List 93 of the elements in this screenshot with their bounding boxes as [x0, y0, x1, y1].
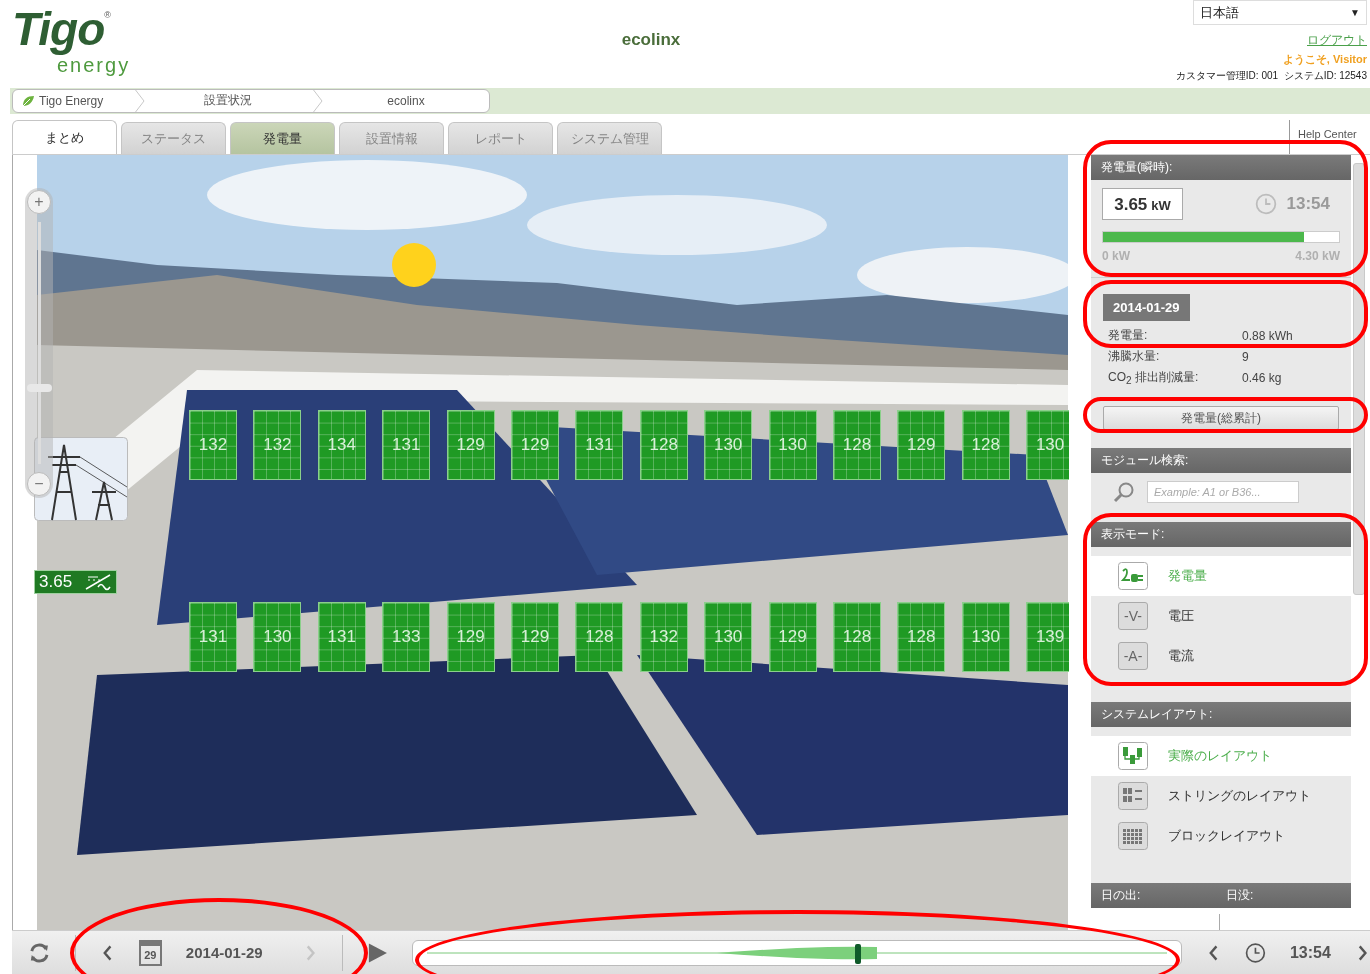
solar-module[interactable]: 128	[639, 410, 688, 481]
section-header: 表示モード:	[1091, 522, 1351, 548]
solar-module[interactable]: 130	[704, 410, 753, 481]
stat-label: 沸騰水量:	[1108, 348, 1161, 366]
zoom-slider[interactable]: + −	[25, 188, 53, 499]
solar-module[interactable]: 129	[897, 410, 946, 481]
registered-mark: ®	[104, 10, 111, 20]
site-title: ecolinx	[620, 30, 682, 50]
mode-option[interactable]: ブロックレイアウト	[1091, 816, 1351, 857]
section-header: 発電量(瞬時):	[1091, 155, 1351, 181]
ac-dc-icon	[84, 573, 112, 592]
leaf-icon	[21, 94, 35, 108]
gauge-min-label: 0 kW	[1102, 249, 1130, 264]
logo-tagline: energy	[57, 54, 132, 76]
language-select[interactable]: 日本語 ▼	[1193, 0, 1367, 25]
zoom-handle[interactable]	[26, 383, 52, 392]
solar-module[interactable]: 131	[382, 410, 431, 481]
solar-module[interactable]: 129	[768, 602, 817, 673]
sunset-label: 日没:	[1226, 887, 1255, 905]
power-tower-thumbnail[interactable]	[34, 437, 128, 522]
breadcrumb-separator	[133, 90, 145, 112]
search-field[interactable]: Example: A1 or B36...	[1147, 481, 1299, 504]
breadcrumb-separator	[311, 90, 323, 112]
mode-icon: -V-	[1118, 602, 1148, 631]
solar-module[interactable]: 134	[317, 410, 366, 481]
date-badge: 2014-01-29	[1103, 294, 1190, 322]
time-text: 13:54	[1289, 943, 1331, 962]
power-reading: 3.65	[39, 572, 73, 593]
solar-module[interactable]: 130	[961, 602, 1010, 673]
solar-module[interactable]: 130	[1026, 410, 1069, 481]
actual-mode-icon	[1118, 742, 1148, 771]
stat-label: CO$_{2}$ 排出削減量:	[1108, 369, 1200, 387]
solar-module[interactable]: 128	[832, 602, 881, 673]
clock-icon	[1245, 941, 1266, 964]
solar-module[interactable]: 128	[961, 410, 1010, 481]
mode-option[interactable]: -A- 電流	[1091, 636, 1351, 677]
solar-module[interactable]: 132	[189, 410, 237, 481]
stat-value: 0.88 kWh	[1242, 328, 1293, 343]
tab[interactable]: 発電量	[230, 122, 335, 155]
calendar-icon[interactable]: 29	[138, 939, 162, 966]
solar-module[interactable]: 128	[575, 602, 624, 673]
search-icon	[1113, 481, 1135, 504]
sunrise-label: 日の出:	[1101, 887, 1142, 905]
solar-module[interactable]: 129	[446, 602, 495, 673]
logo-wordmark: Tigo	[12, 4, 105, 54]
logout-link[interactable]: ログアウト	[1307, 32, 1367, 49]
mode-option[interactable]: ストリングのレイアウト	[1091, 776, 1351, 817]
zoom-in-button[interactable]: +	[27, 190, 51, 215]
breadcrumb-item[interactable]: 設置状況	[145, 92, 311, 110]
breadcrumb-item[interactable]: ecolinx	[323, 94, 489, 108]
mode-option[interactable]: -V- 電圧	[1091, 596, 1351, 637]
zoom-out-button[interactable]: −	[27, 472, 51, 497]
scrollbar[interactable]	[1353, 163, 1365, 596]
solar-module[interactable]: 131	[575, 410, 624, 481]
total-energy-button[interactable]: 発電量(総累計)	[1103, 406, 1339, 431]
help-center-link[interactable]: Help Center	[1289, 120, 1370, 155]
solar-module[interactable]: 130	[704, 602, 753, 673]
timeline-track[interactable]	[411, 939, 1182, 966]
gauge-max-label: 4.30 kW	[1295, 249, 1340, 264]
stat-value: 9	[1242, 349, 1249, 364]
solar-module[interactable]: 139	[1026, 602, 1069, 673]
stat-label: 発電量:	[1108, 327, 1149, 345]
string-mode-icon	[1118, 782, 1148, 811]
tab[interactable]: まとめ	[12, 120, 117, 155]
mode-option[interactable]: 発電量	[1091, 556, 1351, 597]
plug-mode-icon	[1118, 562, 1148, 591]
solar-module[interactable]: 132	[253, 410, 302, 481]
welcome-text: ようこそ, Visitor	[1282, 52, 1367, 67]
stat-value: 0.46 kg	[1242, 370, 1282, 385]
solar-module[interactable]: 130	[768, 410, 817, 481]
date-text: 2014-01-29	[185, 944, 264, 962]
solar-module[interactable]: 129	[510, 602, 559, 673]
section-header: モジュール検索:	[1091, 448, 1351, 474]
mode-icon: -A-	[1118, 642, 1148, 671]
solar-module[interactable]: 133	[382, 602, 431, 673]
solar-module[interactable]: 128	[832, 410, 881, 481]
timeline-handle[interactable]	[855, 943, 862, 964]
account-ids: カスタマー管理ID: 001 システムID: 12543	[1175, 69, 1367, 83]
power-unit: kW	[1151, 198, 1171, 214]
solar-module[interactable]: 132	[639, 602, 688, 673]
block-mode-icon	[1118, 822, 1148, 851]
solar-module[interactable]: 131	[189, 602, 237, 673]
solar-module[interactable]: 129	[446, 410, 495, 481]
time-text: 13:54	[1286, 194, 1330, 215]
solar-module[interactable]: 131	[317, 602, 366, 673]
power-value: 3.65	[1114, 195, 1148, 216]
mode-option[interactable]: 実際のレイアウト	[1091, 736, 1351, 777]
solar-module[interactable]: 130	[253, 602, 302, 673]
solar-module[interactable]: 129	[510, 410, 559, 481]
clock-icon	[1254, 193, 1277, 216]
solar-module[interactable]: 128	[897, 602, 946, 673]
section-header: システムレイアウト:	[1091, 702, 1351, 728]
breadcrumb-item[interactable]: Tigo Energy	[13, 94, 133, 108]
